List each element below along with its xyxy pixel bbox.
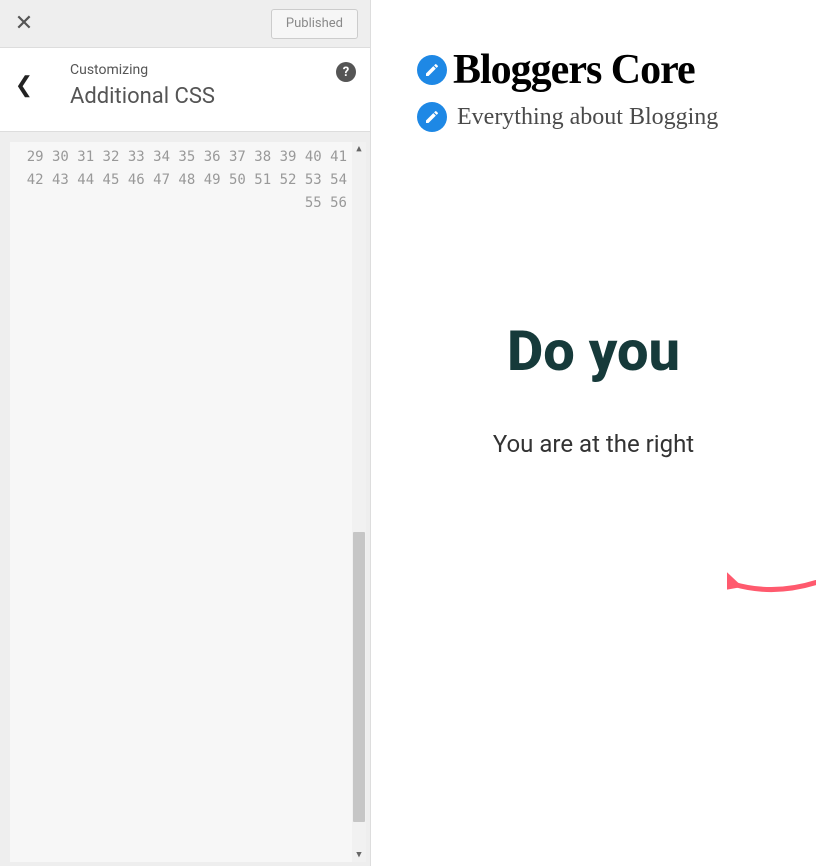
customizer-panel: ✕ Published ❮ Customizing Additional CSS… <box>0 0 371 866</box>
pencil-icon <box>417 102 447 132</box>
hero-heading: Do you <box>371 318 816 384</box>
panel-topbar: ✕ Published <box>0 0 370 48</box>
site-title: Bloggers Core <box>453 46 695 94</box>
panel-header: ❮ Customizing Additional CSS ? <box>0 48 370 132</box>
site-tagline: Everything about Blogging <box>457 104 718 131</box>
line-gutter: 29 30 31 32 33 34 35 36 37 38 39 40 41 4… <box>10 142 354 862</box>
pencil-icon <box>417 55 447 85</box>
publish-label: Published <box>286 16 343 31</box>
close-icon: ✕ <box>15 11 33 36</box>
help-button[interactable]: ? <box>336 62 356 82</box>
hero: Do you You are at the right <box>371 168 816 458</box>
publish-button[interactable]: Published <box>271 9 358 39</box>
back-button[interactable]: ❮ <box>0 62 48 109</box>
chevron-left-icon: ❮ <box>15 73 33 98</box>
site-preview: Bloggers Core Everything about Blogging … <box>371 0 816 866</box>
site-header: Bloggers Core Everything about Blogging <box>371 0 816 168</box>
editor-container: 29 30 31 32 33 34 35 36 37 38 39 40 41 4… <box>0 132 370 866</box>
annotation-arrow-icon <box>727 560 816 610</box>
scroll-down-icon[interactable]: ▼ <box>352 848 366 862</box>
css-editor[interactable]: 29 30 31 32 33 34 35 36 37 38 39 40 41 4… <box>10 142 366 862</box>
help-icon: ? <box>343 65 349 80</box>
editor-scrollbar[interactable]: ▲ ▼ <box>352 142 366 862</box>
panel-supertitle: Customizing <box>70 62 356 78</box>
close-button[interactable]: ✕ <box>0 0 48 48</box>
hero-subtext: You are at the right <box>371 430 816 458</box>
scroll-thumb[interactable] <box>353 532 365 822</box>
scroll-up-icon[interactable]: ▲ <box>352 142 366 156</box>
panel-title: Additional CSS <box>70 84 356 109</box>
